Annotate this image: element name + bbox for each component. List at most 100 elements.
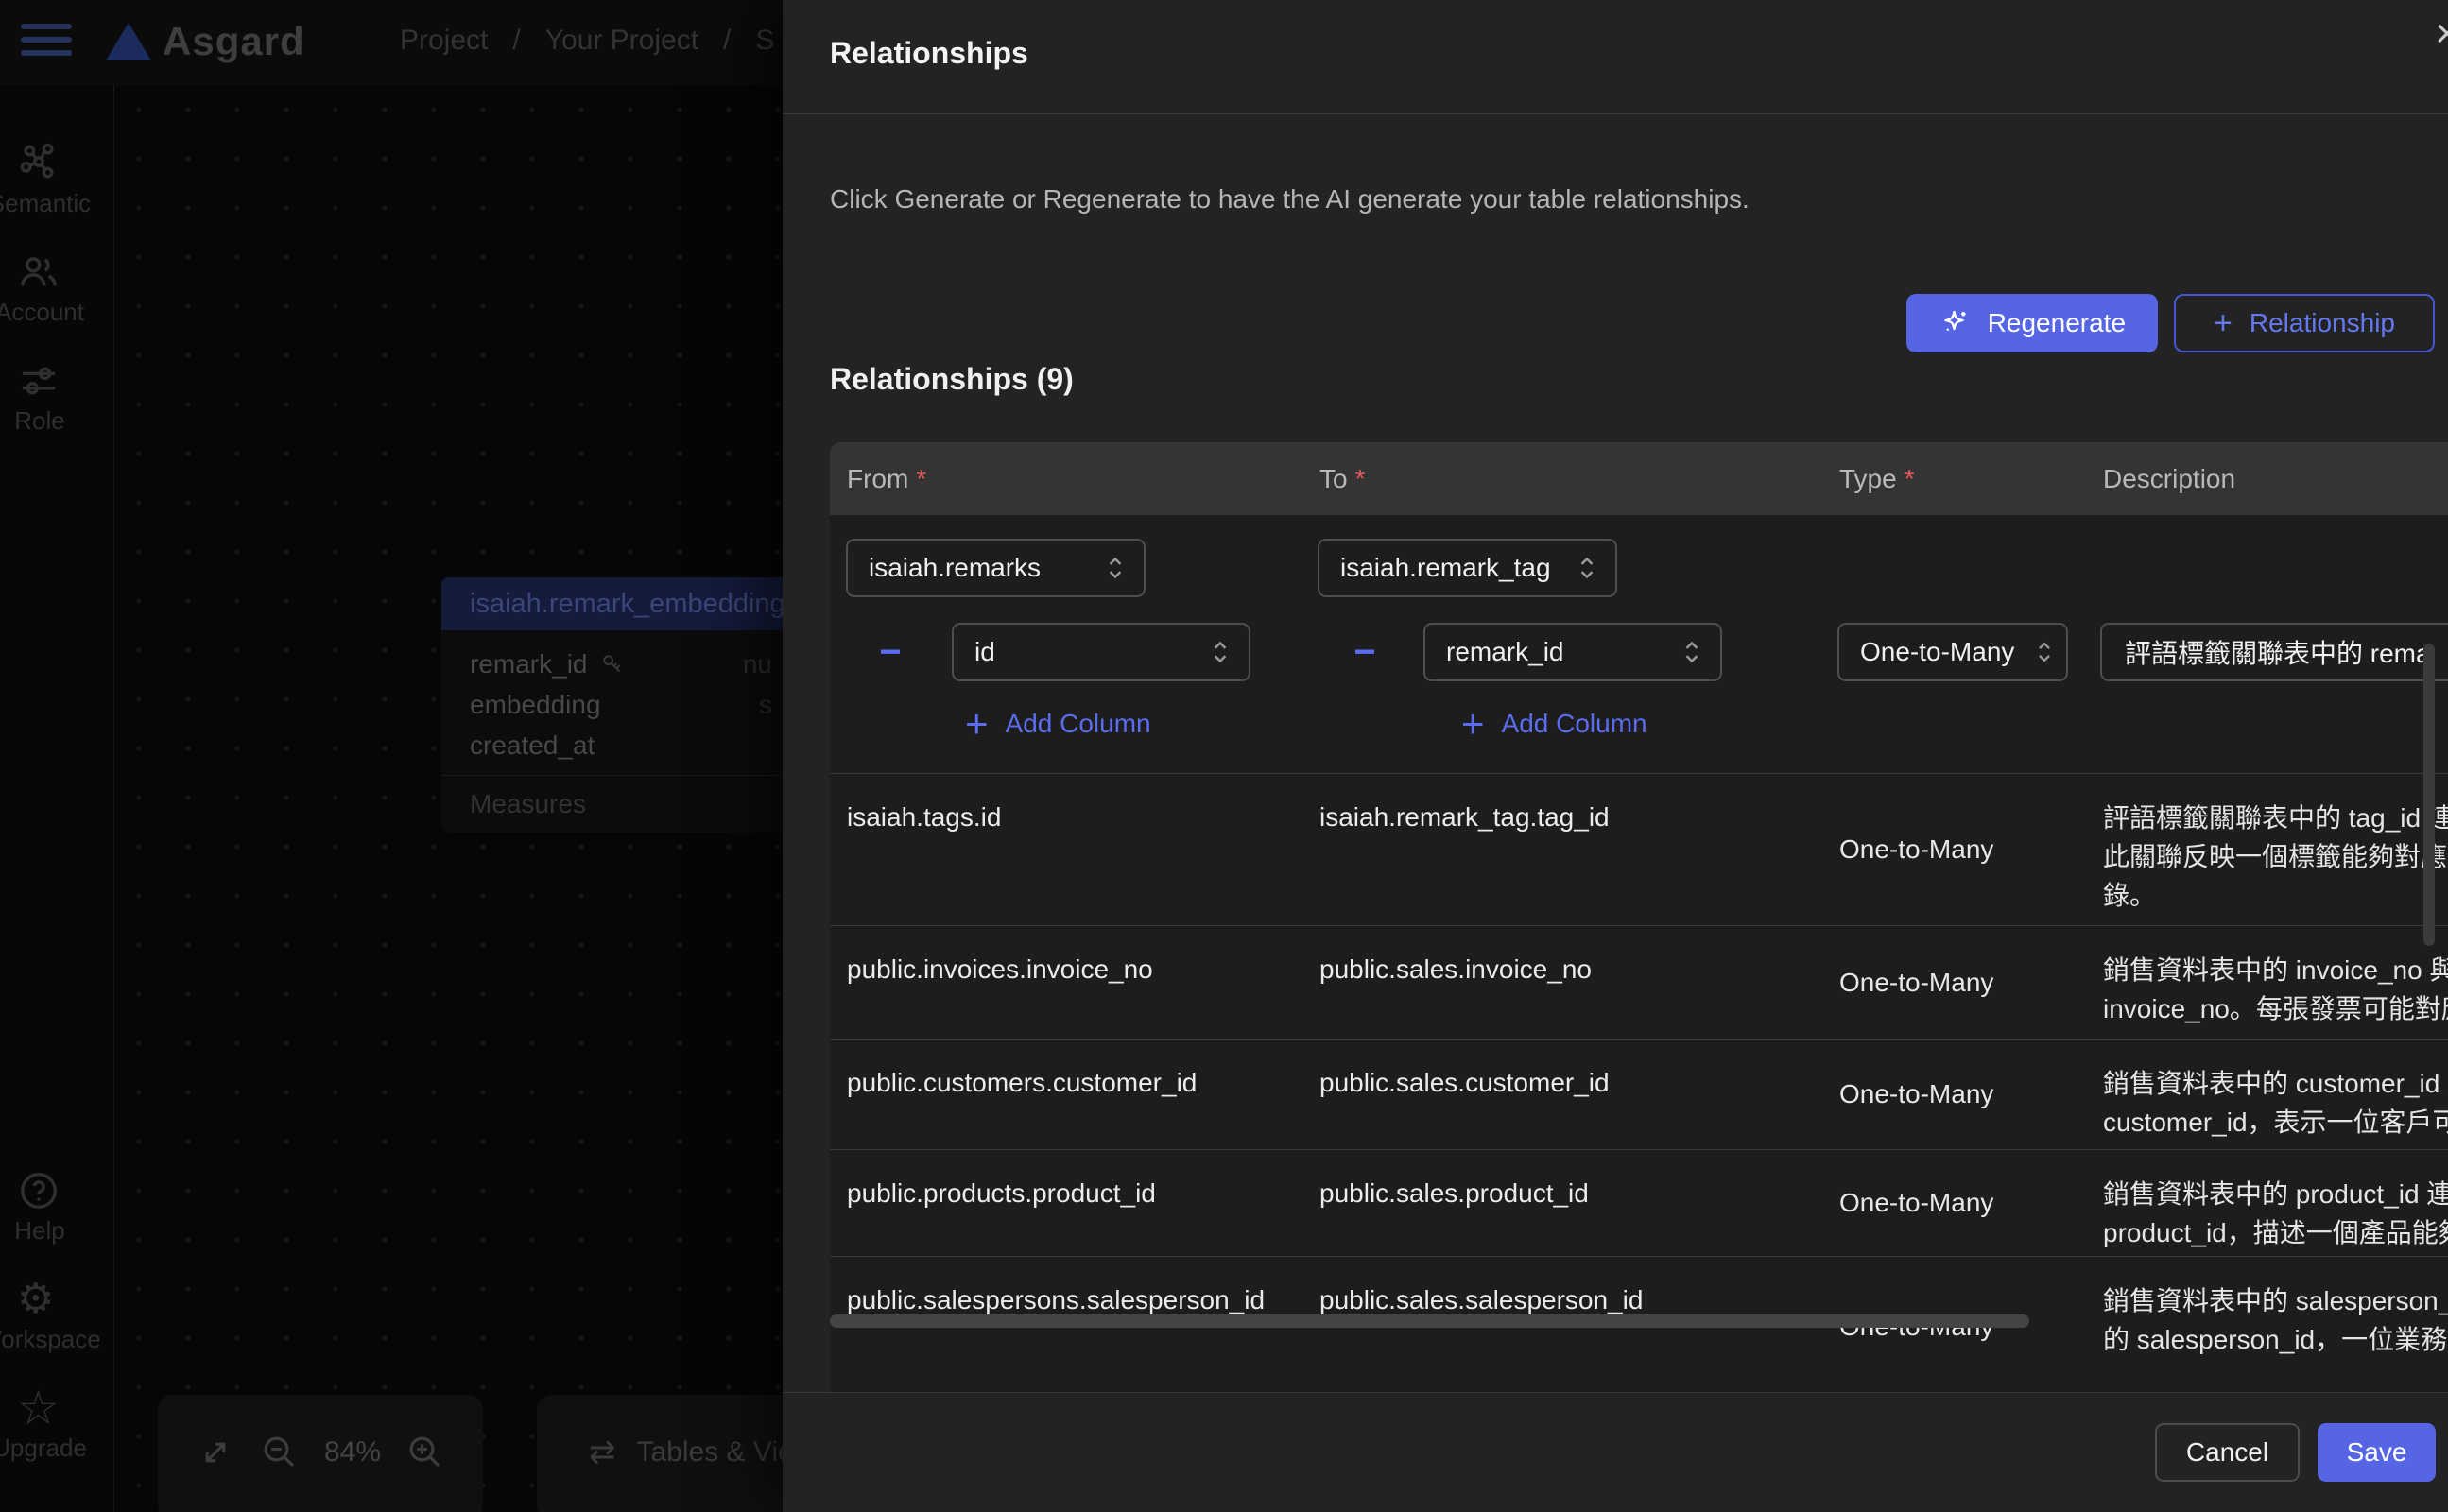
sidebar-item-semantic[interactable]: Semantic bbox=[0, 142, 113, 218]
from-table-select[interactable]: isaiah.remarks bbox=[846, 539, 1146, 597]
relationship-row[interactable]: public.customers.customer_id public.sale… bbox=[830, 1039, 2448, 1149]
expand-icon[interactable] bbox=[196, 1433, 235, 1472]
star-icon: ☆ bbox=[0, 1386, 113, 1430]
chevron-updown-icon bbox=[1576, 554, 1598, 582]
modal-body: Click Generate or Regenerate to have the… bbox=[783, 114, 2448, 1392]
field-type: nu bbox=[743, 649, 772, 679]
sidebar: Semantic Account Role bbox=[0, 85, 114, 1512]
save-button[interactable]: Save bbox=[2318, 1423, 2436, 1482]
sidebar-item-account[interactable]: Account bbox=[0, 250, 113, 327]
table-field-created-at[interactable]: created_at bbox=[441, 725, 795, 765]
sidebar-item-label: Account bbox=[0, 298, 102, 327]
zoom-in-icon[interactable] bbox=[405, 1433, 445, 1472]
to-table-select[interactable]: isaiah.remark_tag bbox=[1318, 539, 1617, 597]
column-header-type: Type* bbox=[1839, 464, 2103, 494]
add-to-column-button[interactable]: + Add Column bbox=[1461, 704, 1647, 744]
table-field-remark-id[interactable]: remark_id nu bbox=[441, 644, 795, 684]
field-name: embedding bbox=[470, 690, 601, 720]
to-column-select[interactable]: remark_id bbox=[1423, 623, 1722, 681]
relationship-row[interactable]: public.invoices.invoice_no public.sales.… bbox=[830, 925, 2448, 1039]
modal-footer: Cancel Save bbox=[783, 1392, 2448, 1512]
add-relationship-button[interactable]: + Relationship bbox=[2174, 294, 2435, 352]
key-icon bbox=[600, 652, 625, 677]
table-header-row: From* To* Type* Description bbox=[830, 442, 2448, 515]
help-circle-icon bbox=[0, 1169, 113, 1212]
description-input[interactable]: 評語標籤關聯表中的 rema bbox=[2100, 623, 2448, 681]
sidebar-item-help[interactable]: Help bbox=[0, 1169, 113, 1246]
row-type: One-to-Many bbox=[1839, 1150, 2103, 1256]
breadcrumb-separator: / bbox=[512, 25, 520, 57]
relationships-count-heading: Relationships (9) bbox=[830, 362, 1074, 397]
required-asterisk: * bbox=[1355, 464, 1366, 493]
sparkle-icon bbox=[1939, 306, 1973, 340]
sidebar-item-label: Role bbox=[0, 406, 102, 436]
relationship-row[interactable]: public.products.product_id public.sales.… bbox=[830, 1149, 2448, 1256]
chevron-updown-icon bbox=[1104, 554, 1127, 582]
from-table-value: isaiah.remarks bbox=[869, 553, 1041, 583]
row-description: 銷售資料表中的 invoice_no 與 invoice_no。每張發票可能對應 bbox=[2103, 926, 2448, 1039]
app-title: Asgard bbox=[163, 19, 305, 64]
from-column-select[interactable]: id bbox=[952, 623, 1250, 681]
intro-text: Click Generate or Regenerate to have the… bbox=[830, 184, 1750, 215]
breadcrumb-separator: / bbox=[723, 25, 731, 57]
plus-icon: + bbox=[965, 704, 989, 744]
add-relationship-label: Relationship bbox=[2250, 308, 2395, 338]
row-to: public.sales.invoice_no bbox=[1319, 926, 1839, 1039]
modal-title: Relationships bbox=[830, 36, 1028, 71]
add-column-label: Add Column bbox=[1502, 709, 1647, 739]
table-card-remark-embeddings[interactable]: isaiah.remark_embeddings remark_id nu em… bbox=[441, 577, 795, 833]
sidebar-item-upgrade[interactable]: ☆ Upgrade bbox=[0, 1386, 113, 1463]
row-to: public.sales.product_id bbox=[1319, 1150, 1839, 1256]
users-icon bbox=[0, 250, 113, 294]
measures-section-label: Measures bbox=[441, 776, 795, 833]
description-value: 評語標籤關聯表中的 rema bbox=[2125, 633, 2431, 671]
row-from: public.customers.customer_id bbox=[830, 1040, 1319, 1149]
remove-from-column-button[interactable]: − bbox=[873, 635, 907, 669]
column-header-description: Description bbox=[2103, 464, 2448, 494]
row-to: public.sales.customer_id bbox=[1319, 1040, 1839, 1149]
row-from: public.products.product_id bbox=[830, 1150, 1319, 1256]
sidebar-item-workspace[interactable]: ⚙ Workspace bbox=[0, 1278, 113, 1354]
sidebar-item-role[interactable]: Role bbox=[0, 359, 113, 436]
sidebar-item-label: Workspace bbox=[0, 1325, 102, 1354]
relationship-row[interactable]: isaiah.tags.id isaiah.remark_tag.tag_id … bbox=[830, 773, 2448, 925]
row-to: isaiah.remark_tag.tag_id bbox=[1319, 774, 1839, 925]
remove-to-column-button[interactable]: − bbox=[1348, 635, 1382, 669]
breadcrumb-project[interactable]: Project bbox=[400, 25, 488, 57]
row-type: One-to-Many bbox=[1839, 1040, 2103, 1149]
sidebar-item-label: Help bbox=[0, 1216, 102, 1246]
sidebar-item-label: Semantic bbox=[0, 189, 102, 218]
tables-views-label: Tables & Vie bbox=[637, 1436, 794, 1469]
app-root: Asgard Project / Your Project / S Sema bbox=[0, 0, 2448, 1512]
cancel-button[interactable]: Cancel bbox=[2155, 1423, 2300, 1482]
relationships-table: From* To* Type* Description isaiah.remar… bbox=[830, 442, 2448, 1392]
relationship-type-select[interactable]: One-to-Many bbox=[1837, 623, 2068, 681]
plus-icon: + bbox=[1461, 704, 1485, 744]
menu-icon[interactable] bbox=[21, 24, 74, 61]
zoom-controls: 84% bbox=[158, 1395, 483, 1512]
zoom-level: 84% bbox=[324, 1436, 381, 1469]
row-description: 評語標籤關聯表中的 tag_id 連結 此關聯反映一個標籤能夠對應 錄。 bbox=[2103, 774, 2448, 925]
add-column-label: Add Column bbox=[1006, 709, 1151, 739]
plus-icon: + bbox=[2214, 305, 2233, 342]
field-name: created_at bbox=[470, 730, 595, 761]
horizontal-scrollbar[interactable] bbox=[830, 1314, 2029, 1328]
breadcrumb: Project / Your Project / S bbox=[400, 25, 774, 57]
gear-icon: ⚙ bbox=[0, 1278, 113, 1321]
row-description: 銷售資料表中的 salesperson_id 的 salesperson_id，… bbox=[2103, 1257, 2448, 1392]
add-from-column-button[interactable]: + Add Column bbox=[965, 704, 1151, 744]
zoom-out-icon[interactable] bbox=[260, 1433, 300, 1472]
regenerate-button[interactable]: Regenerate bbox=[1906, 294, 2158, 352]
relationship-type-value: One-to-Many bbox=[1860, 637, 2014, 667]
table-card-title[interactable]: isaiah.remark_embeddings bbox=[441, 577, 795, 630]
column-header-to: To* bbox=[1319, 464, 1839, 494]
vertical-scrollbar[interactable] bbox=[2423, 644, 2435, 946]
table-field-embedding[interactable]: embedding s bbox=[441, 684, 795, 725]
modal-header: Relationships × bbox=[783, 0, 2448, 114]
close-icon[interactable]: × bbox=[2435, 13, 2448, 55]
breadcrumb-your-project[interactable]: Your Project bbox=[545, 25, 698, 57]
to-table-value: isaiah.remark_tag bbox=[1340, 553, 1551, 583]
row-description: 銷售資料表中的 customer_id 連 customer_id，表示一位客戶… bbox=[2103, 1040, 2448, 1149]
column-header-from: From* bbox=[830, 464, 1319, 494]
row-description: 銷售資料表中的 product_id 連結 product_id，描述一個產品能… bbox=[2103, 1150, 2448, 1256]
